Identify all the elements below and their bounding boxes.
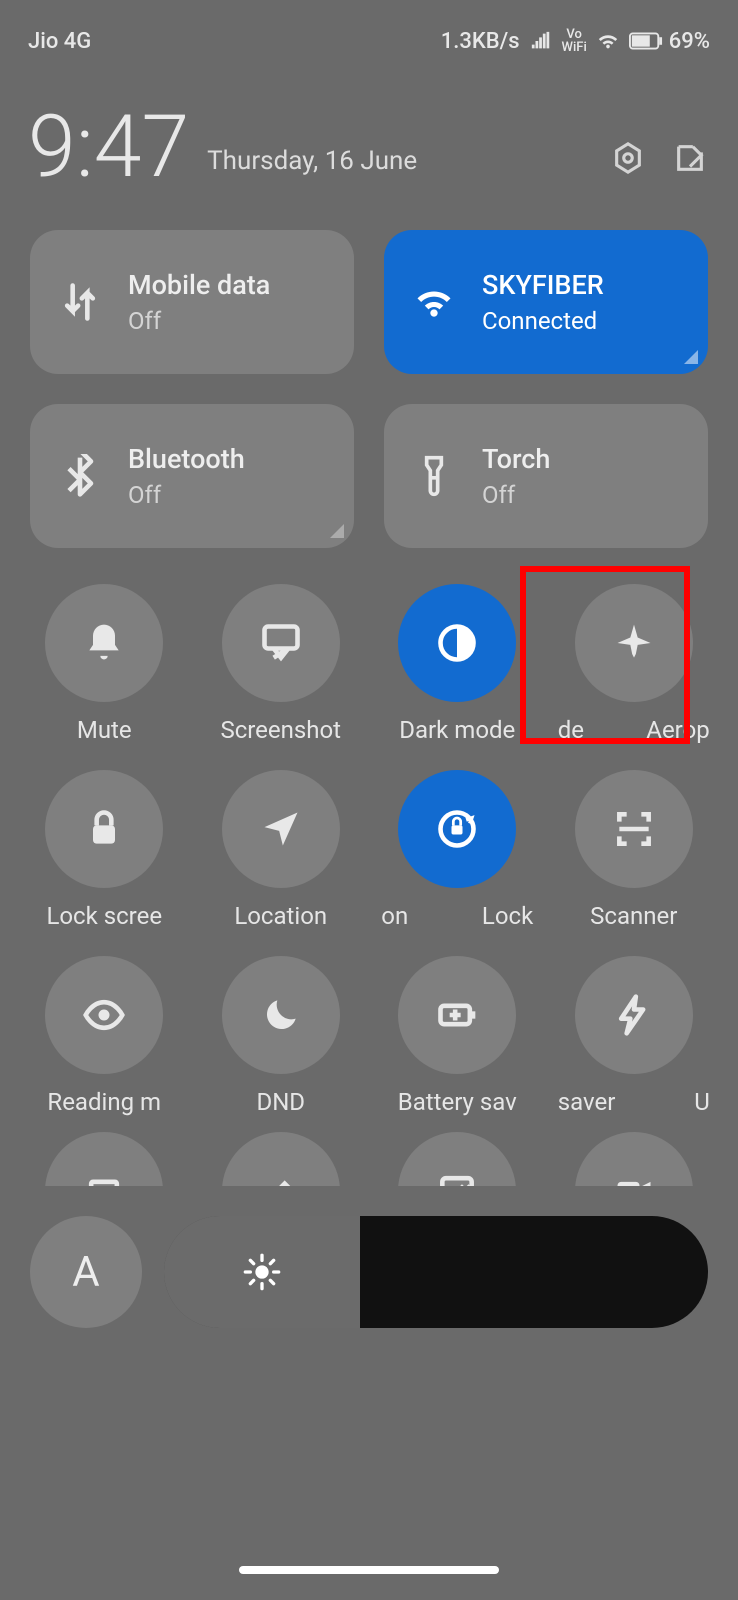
dark-mode-icon (435, 621, 479, 665)
airplane-icon (612, 621, 656, 665)
network-speed: 1.3KB/s (441, 29, 520, 54)
tile-label: Mobile data (128, 269, 270, 301)
ultra-saver-tile[interactable]: saverU (546, 956, 723, 1116)
battery-saver-icon (435, 993, 479, 1037)
eye-icon (82, 993, 126, 1037)
sun-icon (242, 1252, 282, 1292)
partial-tile-4[interactable] (546, 1132, 723, 1186)
tile-label: Bluetooth (128, 443, 245, 475)
edit-icon (673, 141, 707, 175)
quick-toggles-row-2: Lock scree Location onLock Scanner (0, 744, 738, 930)
scanner-tile[interactable]: Scanner (546, 770, 723, 930)
bluetooth-icon (52, 448, 108, 504)
battery-saver-tile[interactable]: Battery sav (369, 956, 546, 1116)
expand-corner-icon (330, 524, 344, 538)
signal-icon (530, 30, 552, 52)
tile-status: Connected (482, 307, 604, 335)
bluetooth-tile[interactable]: Bluetooth Off (30, 404, 354, 548)
mobile-data-icon (52, 274, 108, 330)
partial-tile-3[interactable] (369, 1132, 546, 1186)
gear-icon (611, 141, 645, 175)
scissors-icon (259, 621, 303, 665)
torch-icon (406, 448, 462, 504)
bolt-icon (612, 993, 656, 1037)
expand-corner-icon (684, 350, 698, 364)
quick-toggles-row-4-partial (0, 1116, 738, 1186)
screenshot-tile[interactable]: Screenshot (193, 584, 370, 744)
edit-icon (259, 1169, 303, 1186)
location-icon (259, 807, 303, 851)
airplane-mode-tile[interactable]: deAerop (546, 584, 723, 744)
quick-toggles-row-1: Mute Screenshot Dark mode deAerop (0, 558, 738, 744)
tile-label: Torch (482, 443, 550, 475)
status-bar: Jio 4G 1.3KB/s Vo WiFi 69% (0, 0, 738, 64)
bottom-controls: A (0, 1186, 738, 1328)
partial-tile-2[interactable] (193, 1132, 370, 1186)
wifi-icon (406, 274, 462, 330)
moon-icon (259, 993, 303, 1037)
tile-status: Off (128, 481, 245, 509)
cast-icon (435, 1169, 479, 1186)
battery-indicator: 69% (629, 29, 710, 54)
lock-icon (82, 807, 126, 851)
date-display: Thursday, 16 June (207, 146, 590, 190)
mute-tile[interactable]: Mute (16, 584, 193, 744)
large-tiles-grid: Mobile data Off SKYFIBER Connected Bluet… (0, 210, 738, 558)
wifi-icon (597, 30, 619, 52)
carrier-label: Jio 4G (28, 29, 91, 54)
settings-button[interactable] (608, 138, 648, 178)
brightness-fill (164, 1216, 360, 1328)
lock-screen-tile[interactable]: Lock scree (16, 770, 193, 930)
dark-mode-tile[interactable]: Dark mode (369, 584, 546, 744)
bell-icon (82, 621, 126, 665)
mobile-data-tile[interactable]: Mobile data Off (30, 230, 354, 374)
tile-status: Off (128, 307, 270, 335)
video-icon (612, 1169, 656, 1186)
wifi-tile[interactable]: SKYFIBER Connected (384, 230, 708, 374)
torch-tile[interactable]: Torch Off (384, 404, 708, 548)
auto-brightness-button[interactable]: A (30, 1216, 142, 1328)
clock-row: 9:47 Thursday, 16 June (0, 64, 738, 210)
status-right: 1.3KB/s Vo WiFi 69% (441, 28, 710, 54)
rotation-lock-tile[interactable]: onLock (369, 770, 546, 930)
brightness-slider[interactable] (164, 1216, 708, 1328)
quick-toggles-row-3: Reading m DND Battery sav saverU (0, 930, 738, 1116)
reading-mode-tile[interactable]: Reading m (16, 956, 193, 1116)
navigation-bar[interactable] (239, 1566, 499, 1574)
edit-button[interactable] (670, 138, 710, 178)
location-tile[interactable]: Location (193, 770, 370, 930)
dnd-tile[interactable]: DND (193, 956, 370, 1116)
tile-label: SKYFIBER (482, 269, 604, 301)
rotation-lock-icon (435, 807, 479, 851)
tile-status: Off (482, 481, 550, 509)
vowifi-indicator: Vo WiFi (562, 28, 587, 54)
partial-tile-1[interactable] (16, 1132, 193, 1186)
scanner-icon (612, 807, 656, 851)
screenshot-icon (82, 1169, 126, 1186)
time-display: 9:47 (28, 104, 189, 190)
